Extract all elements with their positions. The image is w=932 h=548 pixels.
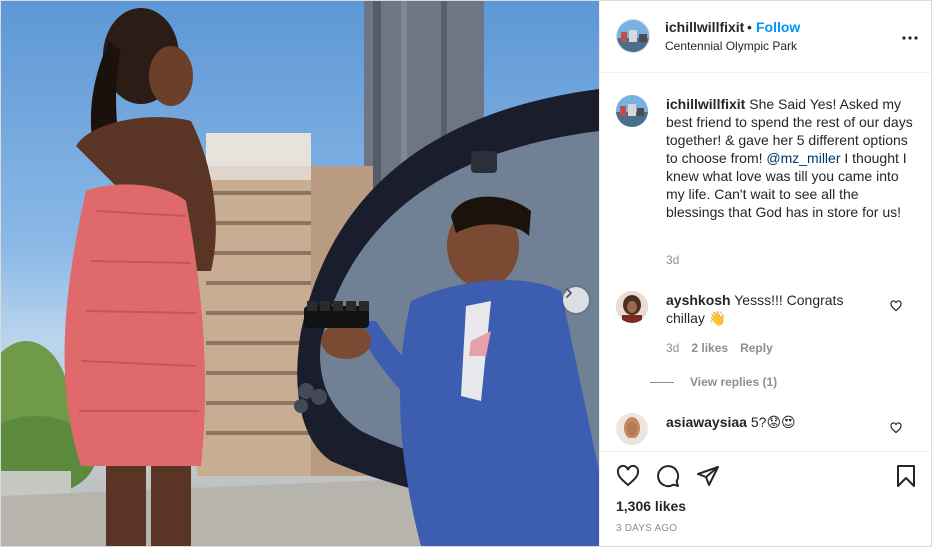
instagram-post: ichillwillfixit • Follow Centennial Olym… bbox=[0, 0, 932, 547]
comment-emoji: 😟😍 bbox=[766, 414, 796, 430]
caption-time[interactable]: 3d bbox=[666, 253, 679, 267]
next-photo-button[interactable] bbox=[563, 287, 589, 313]
separator-dot: • bbox=[747, 19, 752, 35]
comment-button[interactable] bbox=[656, 464, 680, 491]
post-timestamp[interactable]: 3 DAYS AGO bbox=[616, 523, 677, 534]
heart-icon bbox=[890, 300, 902, 312]
comment-likes[interactable]: 2 likes bbox=[691, 341, 728, 355]
post-photo[interactable] bbox=[1, 1, 599, 546]
comment-like-button[interactable] bbox=[890, 421, 902, 437]
comment-body: 5? bbox=[750, 414, 767, 430]
more-options-icon bbox=[902, 36, 918, 40]
heart-icon bbox=[616, 464, 640, 487]
avatar[interactable] bbox=[616, 19, 650, 53]
paper-plane-icon bbox=[697, 466, 719, 486]
caption-text: ichillwillfixit She Said Yes! Asked my b… bbox=[666, 95, 916, 221]
view-replies-button[interactable]: View replies (1) bbox=[650, 375, 777, 389]
comment-icon bbox=[657, 465, 680, 488]
comment-like-button[interactable] bbox=[890, 299, 902, 315]
avatar-image bbox=[616, 413, 648, 445]
reply-button[interactable]: Reply bbox=[740, 341, 773, 355]
post-username[interactable]: ichillwillfixit bbox=[665, 19, 744, 35]
avatar-image bbox=[617, 20, 649, 52]
share-button[interactable] bbox=[696, 464, 720, 491]
commenter-avatar[interactable] bbox=[616, 291, 648, 323]
commenter-avatar[interactable] bbox=[616, 413, 648, 445]
comments-list[interactable]: ichillwillfixit She Said Yes! Asked my b… bbox=[600, 73, 932, 451]
bookmark-icon bbox=[897, 465, 915, 487]
comment-text: asiawaysiaa 5?😟😍 bbox=[666, 413, 884, 431]
comment-text: ayshkosh Yesss!!! Congrats chillay 👋 bbox=[666, 291, 884, 327]
location-link[interactable]: Centennial Olympic Park bbox=[665, 39, 797, 53]
more-options-button[interactable] bbox=[902, 27, 918, 43]
comment-time[interactable]: 3d bbox=[666, 341, 679, 355]
chevron-right-icon bbox=[566, 288, 572, 298]
post-actions: 1,306 likes 3 DAYS AGO bbox=[600, 451, 932, 548]
comment-emoji: 👋 bbox=[708, 310, 727, 326]
comment-actions: 3d 2 likes Reply bbox=[666, 341, 773, 355]
heart-icon bbox=[890, 422, 902, 434]
replies-line bbox=[650, 381, 674, 383]
view-replies-label: View replies (1) bbox=[690, 375, 778, 389]
post-header: ichillwillfixit • Follow Centennial Olym… bbox=[600, 1, 932, 73]
comment-username[interactable]: ayshkosh bbox=[666, 292, 731, 308]
post-side-panel: ichillwillfixit • Follow Centennial Olym… bbox=[599, 1, 932, 548]
caption-avatar[interactable] bbox=[616, 95, 648, 127]
save-button[interactable] bbox=[894, 464, 918, 491]
caption-username[interactable]: ichillwillfixit bbox=[666, 96, 745, 112]
likes-count[interactable]: 1,306 likes bbox=[616, 498, 686, 514]
comment-username[interactable]: asiawaysiaa bbox=[666, 414, 747, 430]
avatar-image bbox=[616, 291, 648, 323]
like-button[interactable] bbox=[616, 464, 640, 491]
avatar-image bbox=[616, 95, 648, 127]
proposal-photo bbox=[1, 1, 599, 546]
caption-mention[interactable]: @mz_miller bbox=[766, 150, 840, 166]
follow-button[interactable]: Follow bbox=[756, 19, 800, 35]
